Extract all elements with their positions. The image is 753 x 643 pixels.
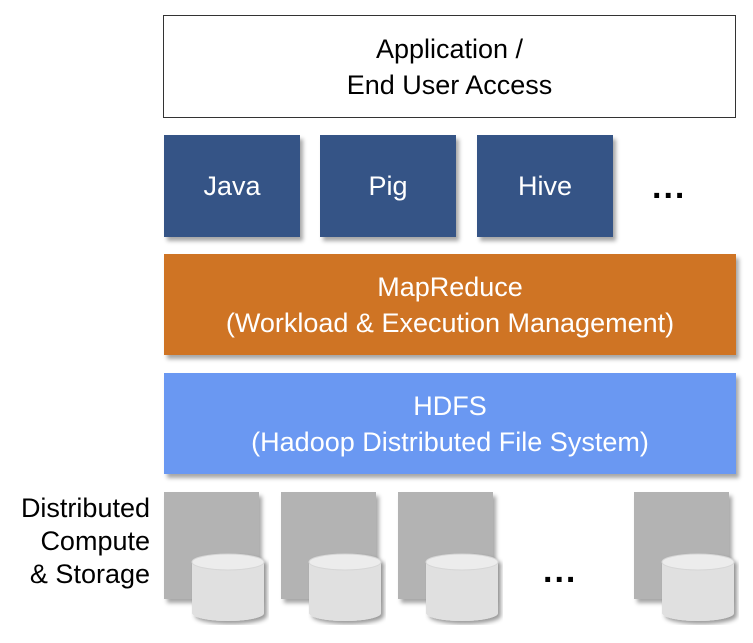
storage-label-line1: Distributed <box>20 493 150 523</box>
nodes-ellipsis: ... <box>543 552 578 590</box>
application-line2: End User Access <box>346 69 553 100</box>
disk-cylinder-icon <box>425 553 499 621</box>
tool-label: Java <box>203 170 261 201</box>
storage-label-line2: Compute <box>40 526 150 556</box>
tool-pig-box: Pig <box>320 135 456 237</box>
tools-ellipsis: ... <box>652 168 687 206</box>
disk-cylinder-icon <box>191 553 265 621</box>
hdfs-title: HDFS <box>413 390 487 421</box>
disk-cylinder-icon <box>661 553 735 621</box>
disk-cylinder-icon <box>308 553 382 621</box>
mapreduce-subtitle: (Workload & Execution Management) <box>225 307 675 338</box>
storage-label-line3: & Storage <box>29 559 150 589</box>
tool-label: Hive <box>517 170 572 201</box>
mapreduce-layer: MapReduce (Workload & Execution Manageme… <box>164 254 736 355</box>
tool-label: Pig <box>368 170 408 201</box>
hdfs-subtitle: (Hadoop Distributed File System) <box>251 426 649 457</box>
tool-hive-box: Hive <box>477 135 613 237</box>
hdfs-layer: HDFS (Hadoop Distributed File System) <box>164 373 736 474</box>
tool-java-box: Java <box>164 135 300 237</box>
storage-label: Distributed Compute & Storage <box>0 492 150 591</box>
mapreduce-title: MapReduce <box>377 271 523 302</box>
application-line1: Application / <box>375 33 524 64</box>
application-layer-box: Application / End User Access <box>163 15 736 118</box>
